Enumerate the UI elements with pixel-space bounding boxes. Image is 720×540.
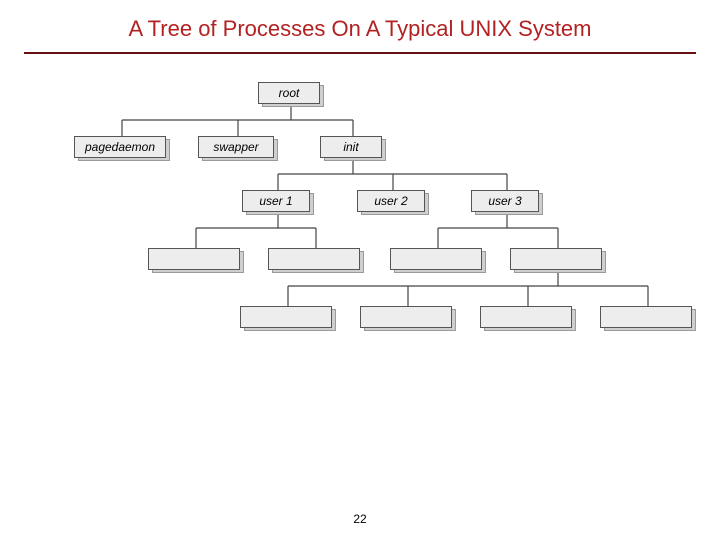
- node-user3: user 3: [471, 190, 539, 212]
- node-init: init: [320, 136, 382, 158]
- node-root: root: [258, 82, 320, 104]
- node-l3d: [510, 248, 602, 270]
- page-title: A Tree of Processes On A Typical UNIX Sy…: [0, 0, 720, 52]
- node-l3a: [148, 248, 240, 270]
- process-tree-diagram: root pagedaemon swapper init user 1 user…: [40, 82, 680, 462]
- node-pagedaemon: pagedaemon: [74, 136, 166, 158]
- node-l4c: [480, 306, 572, 328]
- node-l4d: [600, 306, 692, 328]
- title-rule: [24, 52, 696, 54]
- node-user2: user 2: [357, 190, 425, 212]
- node-l3c: [390, 248, 482, 270]
- node-user1: user 1: [242, 190, 310, 212]
- node-l4a: [240, 306, 332, 328]
- page-number: 22: [0, 512, 720, 526]
- node-l3b: [268, 248, 360, 270]
- node-swapper: swapper: [198, 136, 274, 158]
- node-l4b: [360, 306, 452, 328]
